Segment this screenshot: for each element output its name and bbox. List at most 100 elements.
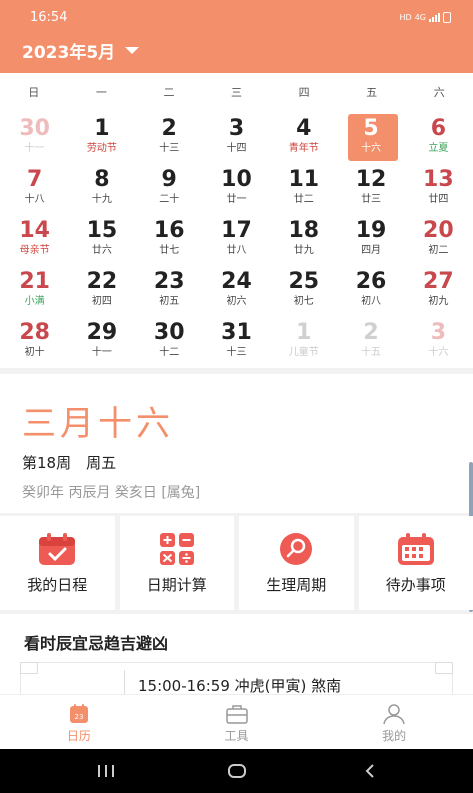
day-number: 30 bbox=[153, 320, 185, 345]
tab-tools[interactable]: 工具 bbox=[158, 695, 316, 749]
day-number: 5 bbox=[363, 116, 379, 141]
tool-date-calc[interactable]: 日期计算 bbox=[119, 516, 234, 610]
hour-slot[interactable]: 15:00-16:59 冲虎(甲寅) 煞南 bbox=[138, 675, 341, 694]
system-nav-bar bbox=[0, 749, 473, 793]
day-cell[interactable]: 31 十三 bbox=[203, 315, 270, 366]
day-cell[interactable]: 2 十五 bbox=[337, 315, 404, 366]
day-cell[interactable]: 10 廿一 bbox=[203, 162, 270, 213]
day-cell[interactable]: 14 母亲节 bbox=[1, 213, 68, 264]
week-info: 第18周 周五 bbox=[22, 454, 117, 472]
day-cell[interactable]: 23 初五 bbox=[136, 264, 203, 315]
home-icon[interactable] bbox=[227, 763, 247, 783]
tool-label: 我的日程 bbox=[27, 576, 88, 594]
day-number: 2 bbox=[161, 116, 177, 141]
day-cell[interactable]: 1 劳动节 bbox=[68, 111, 135, 162]
day-cell[interactable]: 7 十八 bbox=[1, 162, 68, 213]
day-cell[interactable]: 1 儿童节 bbox=[270, 315, 337, 366]
lunar-date: 三月十六 bbox=[22, 404, 174, 444]
lunar-label: 劳动节 bbox=[86, 143, 117, 154]
tool-label: 生理周期 bbox=[266, 576, 327, 594]
day-cell[interactable]: 25 初七 bbox=[270, 264, 337, 315]
day-number: 4 bbox=[296, 116, 312, 141]
calendar-check-icon bbox=[37, 532, 77, 570]
lunar-label: 廿三 bbox=[361, 194, 382, 205]
lunar-label: 初五 bbox=[159, 296, 180, 307]
day-cell[interactable]: 22 初四 bbox=[68, 264, 135, 315]
day-number: 10 bbox=[221, 167, 252, 192]
weekday-label: 二 bbox=[163, 86, 175, 99]
day-number: 25 bbox=[288, 269, 320, 294]
day-cell[interactable]: 28 初十 bbox=[1, 315, 68, 366]
network-type: 4G bbox=[414, 13, 426, 22]
tool-cycle[interactable]: 生理周期 bbox=[239, 516, 354, 610]
lunar-label: 廿二 bbox=[293, 194, 314, 205]
day-cell[interactable]: 6 立夏 bbox=[405, 111, 472, 162]
tab-label: 我的 bbox=[382, 729, 407, 743]
weekday-header: 日 一 二 三 四 五 六 bbox=[0, 73, 473, 111]
day-cell[interactable]: 3 十六 bbox=[405, 315, 472, 366]
lunar-label: 十五 bbox=[361, 347, 382, 358]
frame-corner-ornament bbox=[20, 662, 38, 674]
day-number: 22 bbox=[86, 269, 118, 294]
calculator-icon bbox=[157, 532, 197, 570]
day-number: 23 bbox=[153, 269, 185, 294]
day-cell[interactable]: 17 廿八 bbox=[203, 213, 270, 264]
day-cell[interactable]: 9 二十 bbox=[136, 162, 203, 213]
lunar-label: 初二 bbox=[428, 245, 449, 256]
day-cell[interactable]: 21 小满 bbox=[1, 264, 68, 315]
day-cell[interactable]: 20 初二 bbox=[405, 213, 472, 264]
lunar-label: 初十 bbox=[24, 347, 45, 358]
day-number: 19 bbox=[355, 218, 387, 243]
day-cell[interactable]: 2 十三 bbox=[136, 111, 203, 162]
tool-todo[interactable]: 待办事项 bbox=[358, 516, 473, 610]
day-cell[interactable]: 30 十二 bbox=[136, 315, 203, 366]
weekday-label: 四 bbox=[298, 86, 310, 99]
day-number: 20 bbox=[423, 218, 454, 243]
day-cell[interactable]: 12 廿三 bbox=[337, 162, 404, 213]
tab-label: 日历 bbox=[66, 729, 91, 743]
tab-calendar-badge: 23 bbox=[74, 713, 83, 721]
lunar-label: 四月 bbox=[361, 245, 382, 256]
lunar-label: 小满 bbox=[24, 296, 45, 307]
calendar-tab-icon: 23 bbox=[68, 703, 90, 729]
month-calendar: 日 一 二 三 四 五 六 30 十一 1 劳动节 2 十三 3 十四 4 青年节 5 十六 6 立夏 7 十… bbox=[0, 73, 473, 368]
weekday-label: 六 bbox=[433, 86, 445, 99]
day-cell[interactable]: 16 廿七 bbox=[136, 213, 203, 264]
day-cell[interactable]: 4 青年节 bbox=[270, 111, 337, 162]
month-selector[interactable]: 2023年5月 bbox=[22, 38, 140, 63]
tab-calendar[interactable]: 23 日历 bbox=[0, 695, 158, 749]
day-number: 9 bbox=[161, 167, 177, 192]
day-number: 27 bbox=[423, 269, 454, 294]
weekday-label: 一 bbox=[95, 86, 107, 99]
day-cell[interactable]: 29 十一 bbox=[68, 315, 135, 366]
day-cell[interactable]: 26 初八 bbox=[337, 264, 404, 315]
tab-mine[interactable]: 我的 bbox=[315, 695, 473, 749]
tab-label: 工具 bbox=[224, 729, 249, 743]
day-number: 11 bbox=[288, 167, 320, 192]
day-cell[interactable]: 8 十九 bbox=[68, 162, 135, 213]
back-icon[interactable] bbox=[362, 763, 378, 783]
day-cell-selected[interactable]: 5 十六 bbox=[337, 111, 404, 162]
day-cell[interactable]: 11 廿二 bbox=[270, 162, 337, 213]
lunar-label: 廿九 bbox=[293, 245, 314, 256]
day-number: 30 bbox=[19, 116, 50, 141]
day-cell[interactable]: 19 四月 bbox=[337, 213, 404, 264]
lunar-label: 十一 bbox=[24, 143, 45, 154]
day-cell[interactable]: 24 初六 bbox=[203, 264, 270, 315]
day-cell[interactable]: 30 十一 bbox=[1, 111, 68, 162]
tool-label: 日期计算 bbox=[146, 576, 207, 594]
day-cell[interactable]: 15 廿六 bbox=[68, 213, 135, 264]
day-cell[interactable]: 13 廿四 bbox=[405, 162, 472, 213]
lunar-label: 青年节 bbox=[288, 143, 319, 154]
lunar-label: 二十 bbox=[159, 194, 180, 205]
day-cell[interactable]: 27 初九 bbox=[405, 264, 472, 315]
tool-shortcuts: 我的日程 日期计算 生理周期 待办事项 bbox=[0, 516, 473, 610]
tool-my-schedule[interactable]: 我的日程 bbox=[0, 516, 115, 610]
day-cell[interactable]: 18 廿九 bbox=[270, 213, 337, 264]
day-cell[interactable]: 3 十四 bbox=[203, 111, 270, 162]
day-number: 12 bbox=[355, 167, 387, 192]
recent-apps-icon[interactable] bbox=[96, 763, 116, 783]
lunar-label: 十八 bbox=[24, 194, 45, 205]
hd-indicator: HD bbox=[399, 13, 412, 22]
ganzhi-info: 癸卯年 丙辰月 癸亥日 [属兔] bbox=[22, 485, 201, 501]
